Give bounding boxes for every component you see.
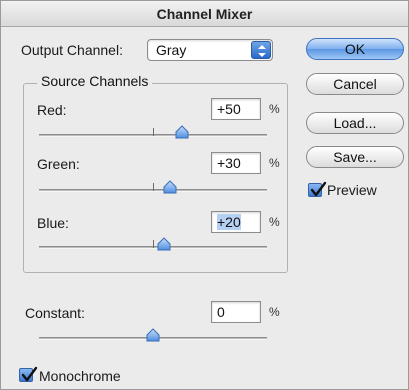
blue-input-value: +20	[217, 214, 241, 230]
constant-label: Constant:	[25, 305, 85, 321]
checkmark-icon	[21, 366, 38, 382]
window-title: Channel Mixer	[156, 6, 253, 22]
source-channels-legend: Source Channels	[37, 73, 153, 89]
constant-percent-unit: %	[269, 305, 280, 319]
monochrome-checkbox[interactable]	[19, 366, 38, 382]
constant-slider-thumb[interactable]	[146, 328, 160, 342]
preview-checkbox[interactable]	[308, 181, 327, 197]
load-button[interactable]: Load...	[306, 112, 404, 134]
output-channel-select[interactable]: Gray	[147, 39, 273, 61]
blue-label: Blue:	[37, 215, 69, 231]
checkmark-icon	[310, 181, 327, 197]
blue-percent-unit: %	[269, 215, 280, 229]
red-input[interactable]: +50	[211, 98, 261, 120]
save-button[interactable]: Save...	[306, 146, 404, 168]
blue-slider-thumb[interactable]	[157, 237, 171, 251]
preview-label[interactable]: Preview	[327, 182, 377, 198]
red-slider-thumb[interactable]	[175, 125, 189, 139]
green-slider-center-tick	[153, 183, 154, 191]
blue-slider-center-tick	[153, 240, 154, 248]
output-channel-value: Gray	[156, 42, 187, 58]
monochrome-label[interactable]: Monochrome	[39, 368, 121, 384]
green-label: Green:	[37, 156, 80, 172]
cancel-button[interactable]: Cancel	[306, 73, 404, 95]
green-slider-thumb[interactable]	[163, 180, 177, 194]
channel-mixer-dialog: Channel Mixer Output Channel: Gray Sourc…	[0, 0, 409, 390]
green-percent-unit: %	[269, 156, 280, 170]
red-label: Red:	[37, 102, 67, 118]
output-channel-label: Output Channel:	[21, 42, 123, 58]
title-bar[interactable]: Channel Mixer	[1, 1, 408, 27]
blue-input[interactable]: +20	[211, 211, 261, 233]
red-percent-unit: %	[269, 102, 280, 116]
red-slider-center-tick	[153, 128, 154, 136]
constant-input[interactable]: 0	[211, 301, 261, 323]
ok-button[interactable]: OK	[306, 38, 404, 60]
updown-arrows-icon	[251, 41, 271, 59]
green-input[interactable]: +30	[211, 152, 261, 174]
